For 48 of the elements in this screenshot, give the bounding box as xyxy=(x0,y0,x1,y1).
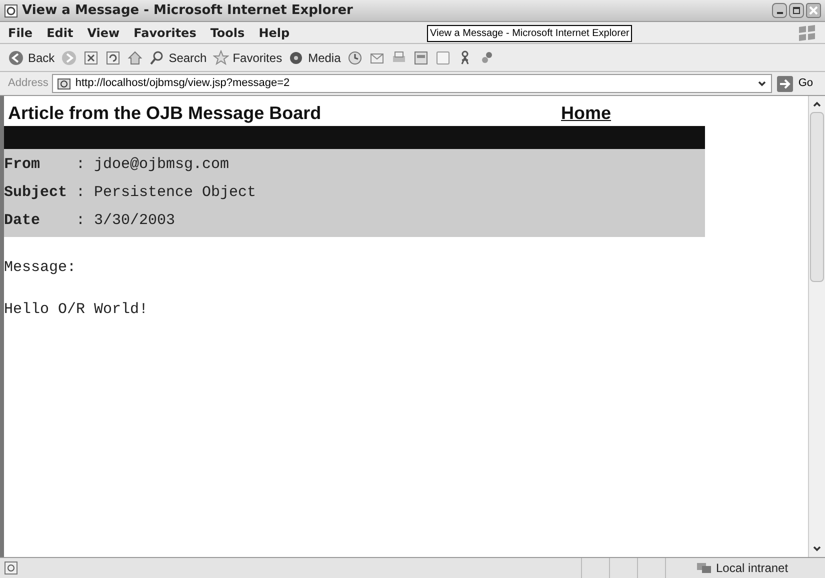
search-button[interactable]: Search xyxy=(148,48,207,66)
close-button[interactable] xyxy=(806,3,821,18)
minimize-button[interactable] xyxy=(772,3,787,18)
home-link[interactable]: Home xyxy=(561,100,612,126)
document-icon[interactable] xyxy=(412,50,429,66)
field-label: Date xyxy=(4,210,42,231)
security-zone: Local intranet xyxy=(716,560,788,577)
network-icon xyxy=(696,561,712,575)
menu-item[interactable]: Favorites xyxy=(134,24,196,42)
back-button[interactable]: Back xyxy=(8,48,55,66)
menu-item[interactable]: Help xyxy=(258,24,290,42)
scroll-down-icon[interactable] xyxy=(812,545,822,553)
field-label: Subject xyxy=(4,182,68,203)
windows-logo-icon xyxy=(797,24,817,42)
note-icon[interactable] xyxy=(434,50,451,66)
refresh-icon[interactable] xyxy=(104,50,121,66)
menu-item[interactable]: Edit xyxy=(46,24,74,42)
address-field[interactable]: http://localhost/ojbmsg/view.jsp?message=2 xyxy=(52,74,772,93)
page-icon xyxy=(57,76,72,90)
house-icon[interactable] xyxy=(126,50,143,66)
favorites-button[interactable]: Favorites xyxy=(212,48,282,66)
scroll-up-icon[interactable] xyxy=(812,100,822,108)
field-separator: : xyxy=(76,182,86,203)
menu-item[interactable]: View xyxy=(87,24,120,42)
clock-icon[interactable] xyxy=(346,50,363,66)
maximize-button[interactable] xyxy=(789,3,804,18)
page-heading: Article from the OJB Message Board xyxy=(7,102,322,125)
stop-icon[interactable] xyxy=(82,50,99,66)
field-separator: : xyxy=(76,210,86,231)
message-body: Hello O/R World! xyxy=(4,300,150,320)
window-title: View a Message - Microsoft Internet Explorer xyxy=(22,2,354,20)
field-value: jdoe@ojbmsg.com xyxy=(94,154,230,175)
browser-icon xyxy=(4,4,18,18)
scrollbar[interactable] xyxy=(808,96,825,557)
field-label: From xyxy=(4,154,42,175)
menu-item[interactable]: Tools xyxy=(210,24,245,42)
message-label: Message: xyxy=(4,258,78,278)
media-icon xyxy=(288,50,304,66)
address-label: Address xyxy=(8,76,48,92)
search-icon xyxy=(148,50,165,66)
star-icon xyxy=(212,50,229,66)
menu-item[interactable]: File xyxy=(8,24,33,42)
field-value: 3/30/2003 xyxy=(94,210,176,231)
media-button[interactable]: Media xyxy=(288,48,341,66)
field-separator: : xyxy=(76,154,86,175)
go-button[interactable]: Go xyxy=(798,75,817,92)
field-value: Persistence Object xyxy=(94,182,256,203)
tooltip: View a Message - Microsoft Internet Explorer xyxy=(427,25,632,42)
